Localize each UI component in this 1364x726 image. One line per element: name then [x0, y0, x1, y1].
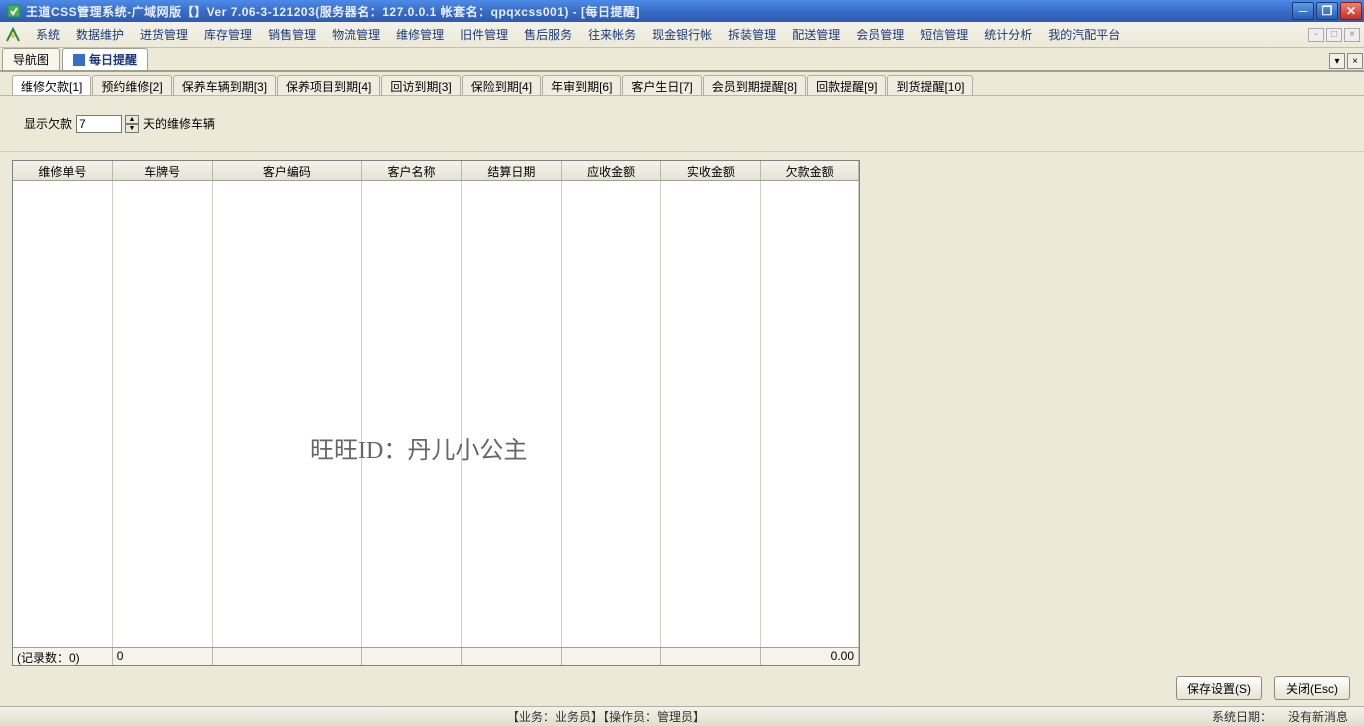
menu-inventory[interactable]: 库存管理	[196, 22, 260, 47]
filter-prefix-label: 显示欠款	[24, 115, 72, 132]
spin-up-button[interactable]: ▲	[125, 115, 139, 124]
app-title-icon	[6, 3, 22, 19]
tab-maint-item-due[interactable]: 保养项目到期[4]	[277, 75, 380, 95]
menu-sms[interactable]: 短信管理	[912, 22, 976, 47]
close-esc-button[interactable]: 关闭(Esc)	[1274, 676, 1350, 700]
col-received[interactable]: 实收金额	[661, 161, 761, 180]
bottom-button-bar: 保存设置(S) 关闭(Esc)	[1176, 676, 1350, 700]
days-input[interactable]	[76, 115, 122, 133]
window-title: 王道CSS管理系统-广域网版【】Ver 7.06-3-121203(服务器名：1…	[26, 3, 1292, 20]
col-debt[interactable]: 欠款金额	[761, 161, 859, 180]
app-icon	[4, 26, 22, 44]
reminder-icon	[73, 54, 85, 66]
menu-sales[interactable]: 销售管理	[260, 22, 324, 47]
tab-member-due[interactable]: 会员到期提醒[8]	[703, 75, 806, 95]
menu-system[interactable]: 系统	[28, 22, 68, 47]
filter-bar: 显示欠款 ▲ ▼ 天的维修车辆	[0, 96, 1364, 152]
mdi-restore-button[interactable]: □	[1326, 28, 1342, 42]
menu-after-service[interactable]: 售后服务	[516, 22, 580, 47]
status-center: 【业务：业务员】【操作员：管理员】	[499, 708, 713, 725]
menubar: 系统 数据维护 进货管理 库存管理 销售管理 物流管理 维修管理 旧件管理 售后…	[0, 22, 1364, 48]
page-tabs: 导航图 每日提醒 ▾ ×	[0, 48, 1364, 72]
status-msg: 没有新消息	[1280, 708, 1356, 725]
mdi-minimize-button[interactable]: -	[1308, 28, 1324, 42]
tab-customer-birthday[interactable]: 客户生日[7]	[622, 75, 701, 95]
page-tab-label: 每日提醒	[89, 51, 137, 68]
col-repair-no[interactable]: 维修单号	[13, 161, 113, 180]
data-grid[interactable]: 维修单号 车牌号 客户编码 客户名称 结算日期 应收金额 实收金额 欠款金额 (…	[12, 160, 860, 666]
status-bar: 【业务：业务员】【操作员：管理员】 系统日期： 没有新消息	[0, 706, 1364, 726]
right-panel	[860, 160, 1352, 666]
footer-total: 0.00	[761, 648, 859, 665]
status-date-label: 系统日期：	[1204, 708, 1280, 725]
footer-c1: 0	[113, 648, 213, 665]
menu-data-maintenance[interactable]: 数据维护	[68, 22, 132, 47]
grid-footer: (记录数：0) 0 0.00	[13, 647, 859, 665]
menu-delivery[interactable]: 配送管理	[784, 22, 848, 47]
mdi-close-button[interactable]: ×	[1344, 28, 1360, 42]
menu-logistics[interactable]: 物流管理	[324, 22, 388, 47]
page-tab-label: 导航图	[13, 51, 49, 68]
menu-disassembly[interactable]: 拆装管理	[720, 22, 784, 47]
menu-old-parts[interactable]: 旧件管理	[452, 22, 516, 47]
col-settle-date[interactable]: 结算日期	[462, 161, 562, 180]
tabs-dropdown-button[interactable]: ▾	[1329, 53, 1345, 69]
tab-payment-reminder[interactable]: 回款提醒[9]	[807, 75, 886, 95]
inner-tabs: 维修欠款[1] 预约维修[2] 保养车辆到期[3] 保养项目到期[4] 回访到期…	[0, 74, 1364, 96]
col-plate[interactable]: 车牌号	[113, 161, 213, 180]
save-settings-button[interactable]: 保存设置(S)	[1176, 676, 1262, 700]
tab-appointment[interactable]: 预约维修[2]	[92, 75, 171, 95]
table-area: 维修单号 车牌号 客户编码 客户名称 结算日期 应收金额 实收金额 欠款金额 (…	[12, 160, 1352, 666]
menu-accounts[interactable]: 往来帐务	[580, 22, 644, 47]
minimize-button[interactable]: ─	[1292, 2, 1314, 20]
grid-header: 维修单号 车牌号 客户编码 客户名称 结算日期 应收金额 实收金额 欠款金额	[13, 161, 859, 181]
tab-arrival-reminder[interactable]: 到货提醒[10]	[887, 75, 973, 95]
page-tab-daily-reminder[interactable]: 每日提醒	[62, 48, 148, 70]
col-receivable[interactable]: 应收金额	[562, 161, 662, 180]
window-titlebar: 王道CSS管理系统-广域网版【】Ver 7.06-3-121203(服务器名：1…	[0, 0, 1364, 22]
menu-member[interactable]: 会员管理	[848, 22, 912, 47]
grid-body	[13, 181, 859, 647]
close-button[interactable]: ✕	[1340, 2, 1362, 20]
tab-annual-inspect-due[interactable]: 年审到期[6]	[542, 75, 621, 95]
tab-repair-debt[interactable]: 维修欠款[1]	[12, 75, 91, 95]
page-tab-nav[interactable]: 导航图	[2, 48, 60, 70]
tabs-close-button[interactable]: ×	[1347, 53, 1363, 69]
tab-revisit-due[interactable]: 回访到期[3]	[381, 75, 460, 95]
menu-purchase[interactable]: 进货管理	[132, 22, 196, 47]
tab-maint-vehicle-due[interactable]: 保养车辆到期[3]	[173, 75, 276, 95]
col-customer-code[interactable]: 客户编码	[213, 161, 363, 180]
tab-insurance-due[interactable]: 保险到期[4]	[462, 75, 541, 95]
menu-cash-bank[interactable]: 现金银行帐	[644, 22, 720, 47]
footer-record-count: (记录数：0)	[13, 648, 113, 665]
menu-repair[interactable]: 维修管理	[388, 22, 452, 47]
menu-statistics[interactable]: 统计分析	[976, 22, 1040, 47]
spin-down-button[interactable]: ▼	[125, 124, 139, 133]
maximize-button[interactable]: ❐	[1316, 2, 1338, 20]
menu-platform[interactable]: 我的汽配平台	[1040, 22, 1128, 47]
filter-suffix-label: 天的维修车辆	[143, 115, 215, 132]
col-customer-name[interactable]: 客户名称	[362, 161, 462, 180]
